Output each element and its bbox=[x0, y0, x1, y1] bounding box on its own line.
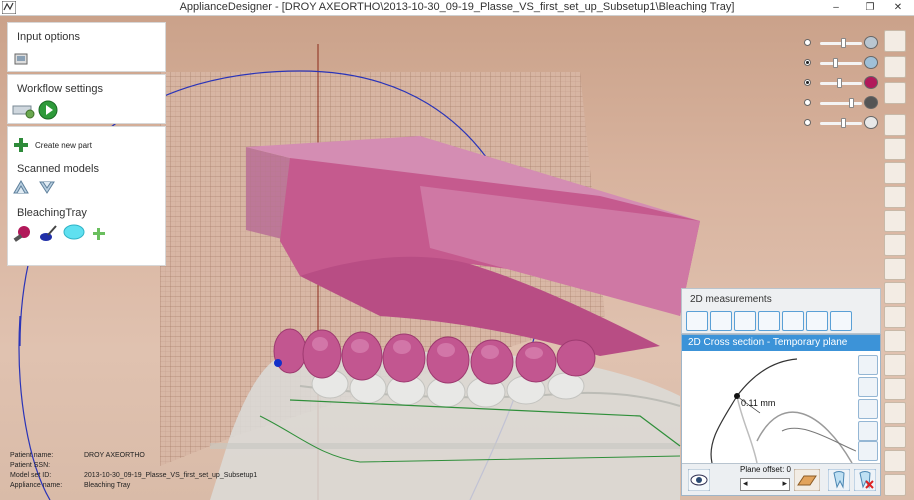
input-options-panel: Input options bbox=[7, 22, 166, 72]
redo-icon[interactable] bbox=[884, 450, 906, 472]
view-right-icon[interactable] bbox=[884, 186, 906, 208]
upper-jaw-scan-icon[interactable] bbox=[12, 179, 30, 195]
lower-model-visibility-thumb[interactable] bbox=[833, 58, 839, 68]
model-set-id-label: Model set ID: bbox=[10, 472, 52, 479]
minimize-button[interactable]: – bbox=[822, 0, 850, 15]
tooth-view-icon[interactable] bbox=[828, 469, 850, 491]
appliance-name-value: Bleaching Tray bbox=[84, 482, 131, 489]
upper-model-icon bbox=[864, 36, 878, 49]
tray-visibility-radio[interactable] bbox=[804, 119, 811, 126]
plane-icon[interactable] bbox=[794, 469, 820, 491]
view-top-icon[interactable] bbox=[884, 210, 906, 232]
create-new-part-button[interactable]: Create new part bbox=[35, 141, 92, 150]
sculpt-tool-icon[interactable] bbox=[12, 224, 32, 244]
arch-view-icon[interactable] bbox=[884, 82, 906, 104]
model-set-id-value: 2013-10-30_09-19_Plasse_VS_first_set_up_… bbox=[84, 472, 258, 479]
scan-view-icon[interactable] bbox=[884, 56, 906, 78]
tray-visibility-thumb[interactable] bbox=[840, 118, 846, 128]
sculpt-visibility-radio[interactable] bbox=[804, 79, 811, 86]
upper-model-visibility-radio[interactable] bbox=[804, 39, 811, 46]
appliance-name-label: Appliance name: bbox=[10, 482, 63, 489]
delete-section-icon[interactable] bbox=[858, 421, 878, 441]
layer-icon[interactable] bbox=[858, 399, 878, 419]
curve-distance-icon[interactable] bbox=[758, 311, 780, 331]
multi-point-distance-icon[interactable] bbox=[710, 311, 732, 331]
cross-section-header: 2D Cross section - Temporary plane bbox=[682, 335, 880, 351]
cross-section-2-icon[interactable] bbox=[858, 377, 878, 397]
patient-name-label: Patient name: bbox=[10, 452, 54, 459]
sculpt-visibility-slider[interactable] bbox=[804, 76, 882, 90]
brush-tool-icon[interactable] bbox=[38, 224, 58, 244]
workflow-settings-title: Workflow settings bbox=[17, 83, 103, 95]
undo-icon[interactable] bbox=[884, 426, 906, 448]
line-distance-icon[interactable] bbox=[734, 311, 756, 331]
create-new-part-icon[interactable] bbox=[13, 137, 29, 153]
workflow-settings-panel: Workflow settings bbox=[7, 74, 166, 124]
view-front-icon[interactable] bbox=[884, 114, 906, 136]
upper-model-visibility-slider[interactable] bbox=[804, 36, 882, 50]
play-icon[interactable] bbox=[38, 100, 58, 120]
tray-shape-icon[interactable] bbox=[63, 223, 85, 241]
brush-icon bbox=[864, 96, 878, 109]
measurements-title: 2D measurements bbox=[690, 294, 772, 305]
cross-section-title: 2D Cross section - Temporary plane bbox=[688, 337, 848, 348]
distance-label: 0.11 mm bbox=[741, 398, 776, 408]
workflow-settings-icon[interactable] bbox=[12, 102, 36, 120]
brush-visibility-radio[interactable] bbox=[804, 99, 811, 106]
measure-probe-icon[interactable] bbox=[858, 441, 878, 461]
view-bottom-icon[interactable] bbox=[884, 234, 906, 256]
brush-visibility-track[interactable] bbox=[820, 102, 862, 105]
cross-section-1-icon[interactable] bbox=[858, 355, 878, 375]
upper-model-visibility-thumb[interactable] bbox=[840, 38, 846, 48]
window-title: ApplianceDesigner - [DROY AXEORTHO\2013-… bbox=[179, 1, 735, 13]
brush-visibility-thumb[interactable] bbox=[848, 98, 854, 108]
tooth-model-icon[interactable] bbox=[884, 474, 906, 496]
add-icon[interactable] bbox=[92, 227, 106, 241]
tooth-tool-icon[interactable] bbox=[884, 306, 906, 328]
eye-icon[interactable] bbox=[688, 469, 710, 491]
section-tool-icon[interactable] bbox=[884, 378, 906, 400]
parallel-distance-icon[interactable] bbox=[806, 311, 828, 331]
vertical-distance-icon[interactable] bbox=[782, 311, 804, 331]
view-back-icon[interactable] bbox=[884, 138, 906, 160]
zoom-tool-icon[interactable] bbox=[884, 354, 906, 376]
offset-stepper[interactable]: ◂ ▸ bbox=[740, 478, 790, 491]
parts-panel: Create new part Scanned models Bleaching… bbox=[7, 126, 166, 266]
rotate-view-icon[interactable] bbox=[884, 30, 906, 52]
patient-name-value: DROY AXEORTHO bbox=[84, 452, 145, 459]
patient-ssn-label: Patient SSN: bbox=[10, 462, 51, 469]
lower-model-icon bbox=[864, 56, 878, 69]
point-distance-icon[interactable] bbox=[686, 311, 708, 331]
sculpt-icon bbox=[864, 76, 878, 89]
tray-icon bbox=[864, 116, 878, 129]
cross-section-toolbar: Plane offset: 0 ◂ ▸ bbox=[682, 463, 880, 495]
input-options-icon[interactable] bbox=[14, 52, 28, 66]
angle-distance-icon[interactable] bbox=[830, 311, 852, 331]
measurements-panel: 2D measurements bbox=[681, 288, 881, 334]
lower-model-visibility-radio[interactable] bbox=[804, 59, 811, 66]
tray-visibility-slider[interactable] bbox=[804, 116, 882, 130]
bleaching-tray-title: BleachingTray bbox=[17, 207, 87, 219]
brush-visibility-slider[interactable] bbox=[804, 96, 882, 110]
plane-tool-icon[interactable] bbox=[884, 258, 906, 280]
view-left-icon[interactable] bbox=[884, 162, 906, 184]
plane-offset-label: Plane offset: 0 bbox=[740, 465, 791, 474]
scanned-models-title: Scanned models bbox=[17, 163, 99, 175]
lower-model-visibility-slider[interactable] bbox=[804, 56, 882, 70]
cross-section-panel: 2D Cross section - Temporary plane 0.11 … bbox=[681, 334, 881, 496]
input-options-title: Input options bbox=[17, 31, 80, 43]
lower-jaw-scan-icon[interactable] bbox=[38, 179, 56, 195]
measure-tool-icon[interactable] bbox=[884, 330, 906, 352]
color-tool-icon[interactable] bbox=[884, 282, 906, 304]
maximize-button[interactable]: ❐ bbox=[856, 0, 884, 15]
plane-anchor-point[interactable] bbox=[274, 359, 282, 367]
leaf-tool-icon[interactable] bbox=[884, 402, 906, 424]
title-bar: ApplianceDesigner - [DROY AXEORTHO\2013-… bbox=[0, 0, 914, 16]
close-section-icon[interactable] bbox=[854, 469, 876, 491]
lower-model-visibility-track[interactable] bbox=[820, 62, 862, 65]
sculpt-visibility-thumb[interactable] bbox=[837, 78, 843, 88]
close-button[interactable]: ✕ bbox=[884, 0, 912, 15]
